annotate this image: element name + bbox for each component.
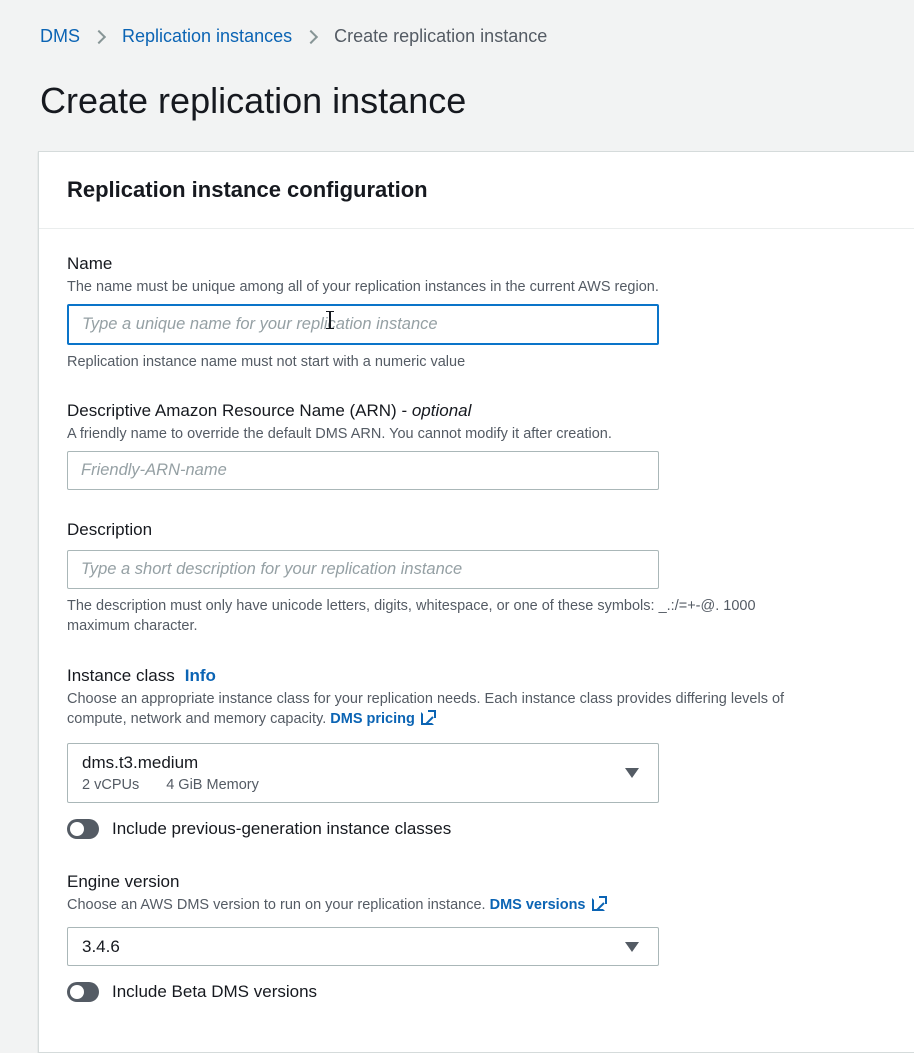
dms-pricing-link[interactable]: DMS pricing <box>330 710 436 727</box>
instance-class-label: Instance class Info <box>67 666 216 685</box>
arn-field-group: Descriptive Amazon Resource Name (ARN) -… <box>67 401 659 490</box>
external-link-icon <box>591 896 607 911</box>
instance-class-selected: dms.t3.medium <box>82 753 199 772</box>
panel-title: Replication instance configuration <box>67 177 428 202</box>
chevron-right-icon <box>94 32 104 42</box>
arn-description: A friendly name to override the default … <box>67 426 612 442</box>
external-link-icon <box>420 710 436 725</box>
previous-gen-toggle[interactable] <box>67 819 99 839</box>
name-hint: Replication instance name must not start… <box>67 354 466 370</box>
breadcrumb: DMS Replication instances Create replica… <box>40 26 547 47</box>
engine-version-description: Choose an AWS DMS version to run on your… <box>67 895 659 915</box>
name-description: The name must be unique among all of you… <box>67 279 659 295</box>
name-input[interactable] <box>67 304 659 345</box>
caret-down-icon <box>625 941 639 952</box>
description-hint: The description must only have unicode l… <box>67 598 756 634</box>
previous-gen-toggle-label: Include previous-generation instance cla… <box>112 819 452 838</box>
previous-gen-toggle-row: Include previous-generation instance cla… <box>67 819 784 839</box>
panel-header: Replication instance configuration <box>39 152 914 229</box>
description-field-group: Description The description must only ha… <box>67 520 756 636</box>
breadcrumb-dms-link[interactable]: DMS <box>40 26 80 47</box>
description-input[interactable] <box>67 550 659 589</box>
engine-version-select[interactable]: 3.4.6 <box>67 927 659 966</box>
arn-label: Descriptive Amazon Resource Name (ARN) -… <box>67 401 472 420</box>
vcpu-count: 2 vCPUs <box>82 777 140 793</box>
beta-versions-toggle[interactable] <box>67 982 99 1002</box>
text-cursor-icon <box>325 311 335 329</box>
memory-size: 4 GiB Memory <box>166 777 259 793</box>
breadcrumb-current: Create replication instance <box>334 26 548 46</box>
page-title: Create replication instance <box>40 80 467 121</box>
engine-version-field-group: Engine version Choose an AWS DMS version… <box>67 872 659 1002</box>
instance-class-select[interactable]: dms.t3.medium 2 vCPUs 4 GiB Memory <box>67 743 659 803</box>
beta-versions-toggle-row: Include Beta DMS versions <box>67 982 659 1002</box>
instance-class-description: Choose an appropriate instance class for… <box>67 691 785 727</box>
beta-versions-toggle-label: Include Beta DMS versions <box>112 982 318 1001</box>
engine-version-selected: 3.4.6 <box>82 937 120 956</box>
replication-config-panel: Replication instance configuration Name … <box>38 151 914 1053</box>
dms-versions-link[interactable]: DMS versions <box>490 896 607 913</box>
instance-class-field-group: Instance class Info Choose an appropriate… <box>67 666 784 839</box>
arn-optional-label: optional <box>411 401 472 420</box>
instance-class-info-link[interactable]: Info <box>185 666 216 685</box>
name-field-group: Name The name must be unique among all o… <box>67 254 659 370</box>
instance-class-specs: 2 vCPUs 4 GiB Memory <box>82 777 644 793</box>
engine-version-label: Engine version <box>67 872 180 891</box>
name-label: Name <box>67 254 113 273</box>
arn-input[interactable] <box>67 451 659 490</box>
caret-down-icon <box>625 768 639 778</box>
description-label: Description <box>67 520 153 539</box>
breadcrumb-replication-instances-link[interactable]: Replication instances <box>122 26 292 47</box>
chevron-right-icon <box>306 32 316 42</box>
